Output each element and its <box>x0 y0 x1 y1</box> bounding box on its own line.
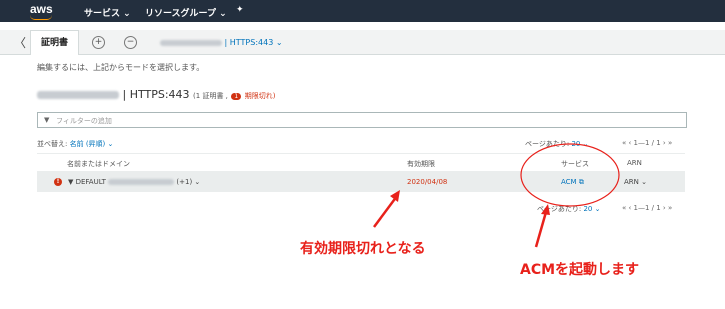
acm-annotation: ACMを起動します <box>520 262 640 278</box>
acm-arrowhead <box>541 204 550 215</box>
acm-arrow <box>534 211 548 248</box>
expiry-annotation: 有効期限切れとなる <box>300 241 426 257</box>
expiry-arrow <box>372 195 399 228</box>
acm-highlight-ellipse <box>520 143 620 207</box>
